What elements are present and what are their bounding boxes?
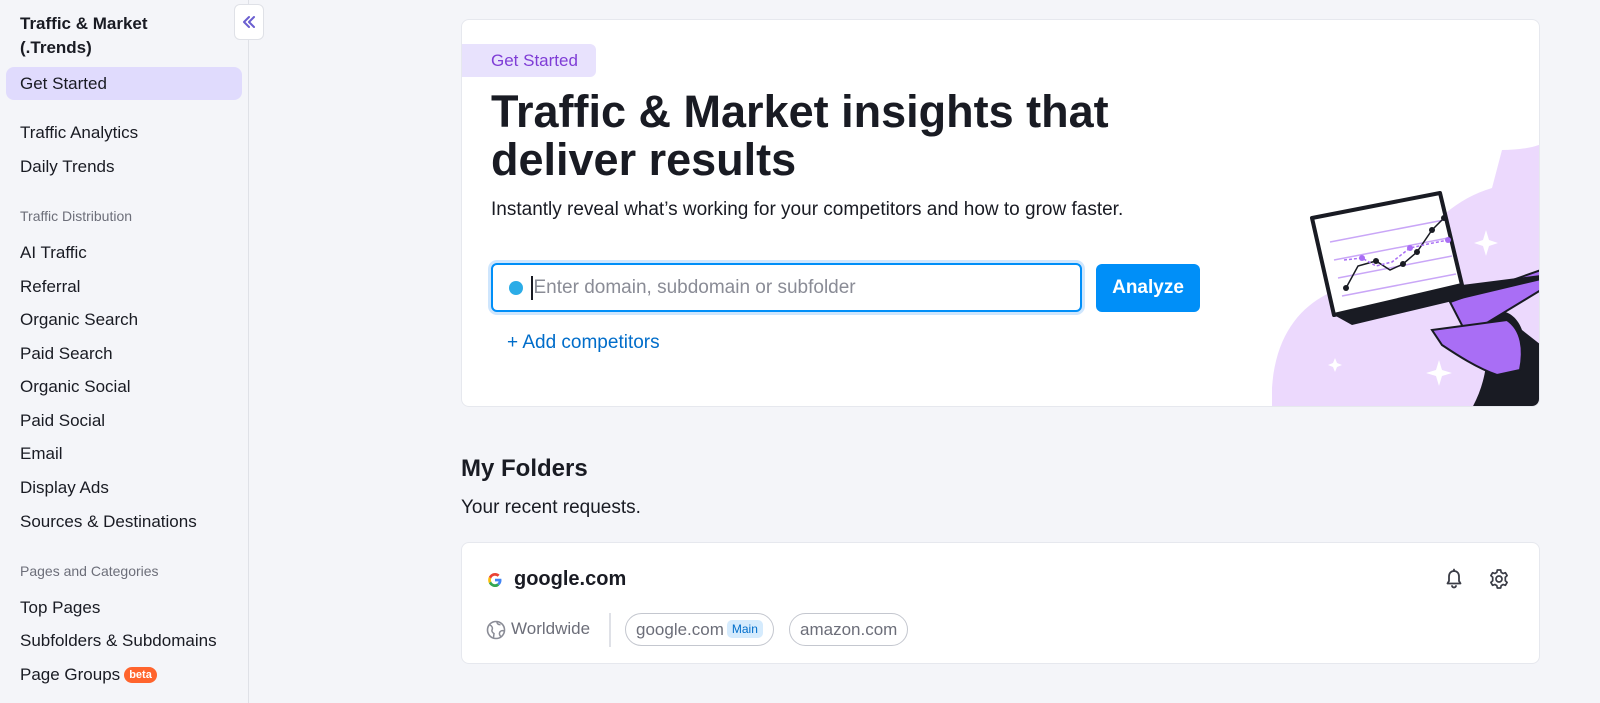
- sidebar-item-get-started[interactable]: Get Started: [6, 67, 242, 100]
- sidebar-item-email[interactable]: Email: [6, 437, 242, 470]
- sidebar-item-page-groups[interactable]: Page Groups beta: [6, 658, 242, 691]
- add-competitors-link[interactable]: + Add competitors: [507, 332, 660, 354]
- hero-card: Get Started Traffic & Market insights th…: [461, 19, 1540, 407]
- my-folders-title: My Folders: [461, 455, 588, 482]
- get-started-chip: Get Started: [462, 44, 596, 77]
- hero-title: Traffic & Market insights that deliver r…: [491, 86, 1109, 185]
- sidebar-item-daily-trends[interactable]: Daily Trends: [6, 150, 242, 183]
- main-badge: Main: [726, 620, 763, 638]
- bell-icon[interactable]: [1442, 567, 1466, 591]
- sidebar-item-label: Page Groups: [20, 665, 121, 684]
- divider: [609, 613, 611, 647]
- competitor-domain: google.com: [636, 620, 724, 639]
- sidebar: Traffic & Market (.Trends) Get Started T…: [0, 0, 249, 703]
- globe-icon: [486, 620, 506, 640]
- double-chevron-left-icon: [243, 16, 255, 28]
- region-label: Worldwide: [511, 619, 591, 638]
- gear-icon[interactable]: [1487, 567, 1511, 591]
- collapse-sidebar-button[interactable]: [234, 4, 264, 40]
- analyze-button[interactable]: Analyze: [1096, 264, 1200, 312]
- domain-search-field[interactable]: [491, 263, 1082, 312]
- sidebar-item-display-ads[interactable]: Display Ads: [6, 471, 242, 504]
- domain-search-input[interactable]: [533, 276, 1054, 299]
- sidebar-item-ai-traffic[interactable]: AI Traffic: [6, 236, 242, 269]
- laptop-chart-illustration: [1272, 144, 1539, 406]
- competitor-pill[interactable]: amazon.com: [789, 613, 909, 646]
- sidebar-title: Traffic & Market (.Trends): [20, 14, 148, 57]
- sidebar-item-sources-destinations[interactable]: Sources & Destinations: [6, 505, 242, 538]
- sidebar-item-referral[interactable]: Referral: [6, 270, 242, 303]
- sidebar-section-pages-categories: Pages and Categories: [20, 563, 159, 579]
- sidebar-item-top-pages[interactable]: Top Pages: [6, 591, 242, 624]
- beta-badge: beta: [124, 667, 157, 683]
- sidebar-item-traffic-analytics[interactable]: Traffic Analytics: [6, 116, 242, 149]
- competitor-domain: amazon.com: [800, 620, 898, 639]
- text-caret: [531, 275, 533, 300]
- google-logo-icon: [488, 573, 502, 587]
- sidebar-item-organic-social[interactable]: Organic Social: [6, 370, 242, 403]
- folder-domain-link[interactable]: google.com: [514, 568, 626, 591]
- hero-subtitle: Instantly reveal what’s working for your…: [491, 199, 1124, 220]
- folder-card: google.com Worldwide google.com Main amaz…: [461, 542, 1540, 664]
- my-folders-subtitle: Your recent requests.: [461, 497, 641, 518]
- sidebar-item-subfolders-subdomains[interactable]: Subfolders & Subdomains: [6, 624, 242, 657]
- status-dot-icon: [509, 280, 523, 295]
- sidebar-item-paid-search[interactable]: Paid Search: [6, 337, 242, 370]
- sidebar-item-organic-search[interactable]: Organic Search: [6, 303, 242, 336]
- sidebar-item-paid-social[interactable]: Paid Social: [6, 404, 242, 437]
- sidebar-section-traffic-distribution: Traffic Distribution: [20, 208, 133, 224]
- competitor-pill-main[interactable]: google.com Main: [625, 613, 774, 646]
